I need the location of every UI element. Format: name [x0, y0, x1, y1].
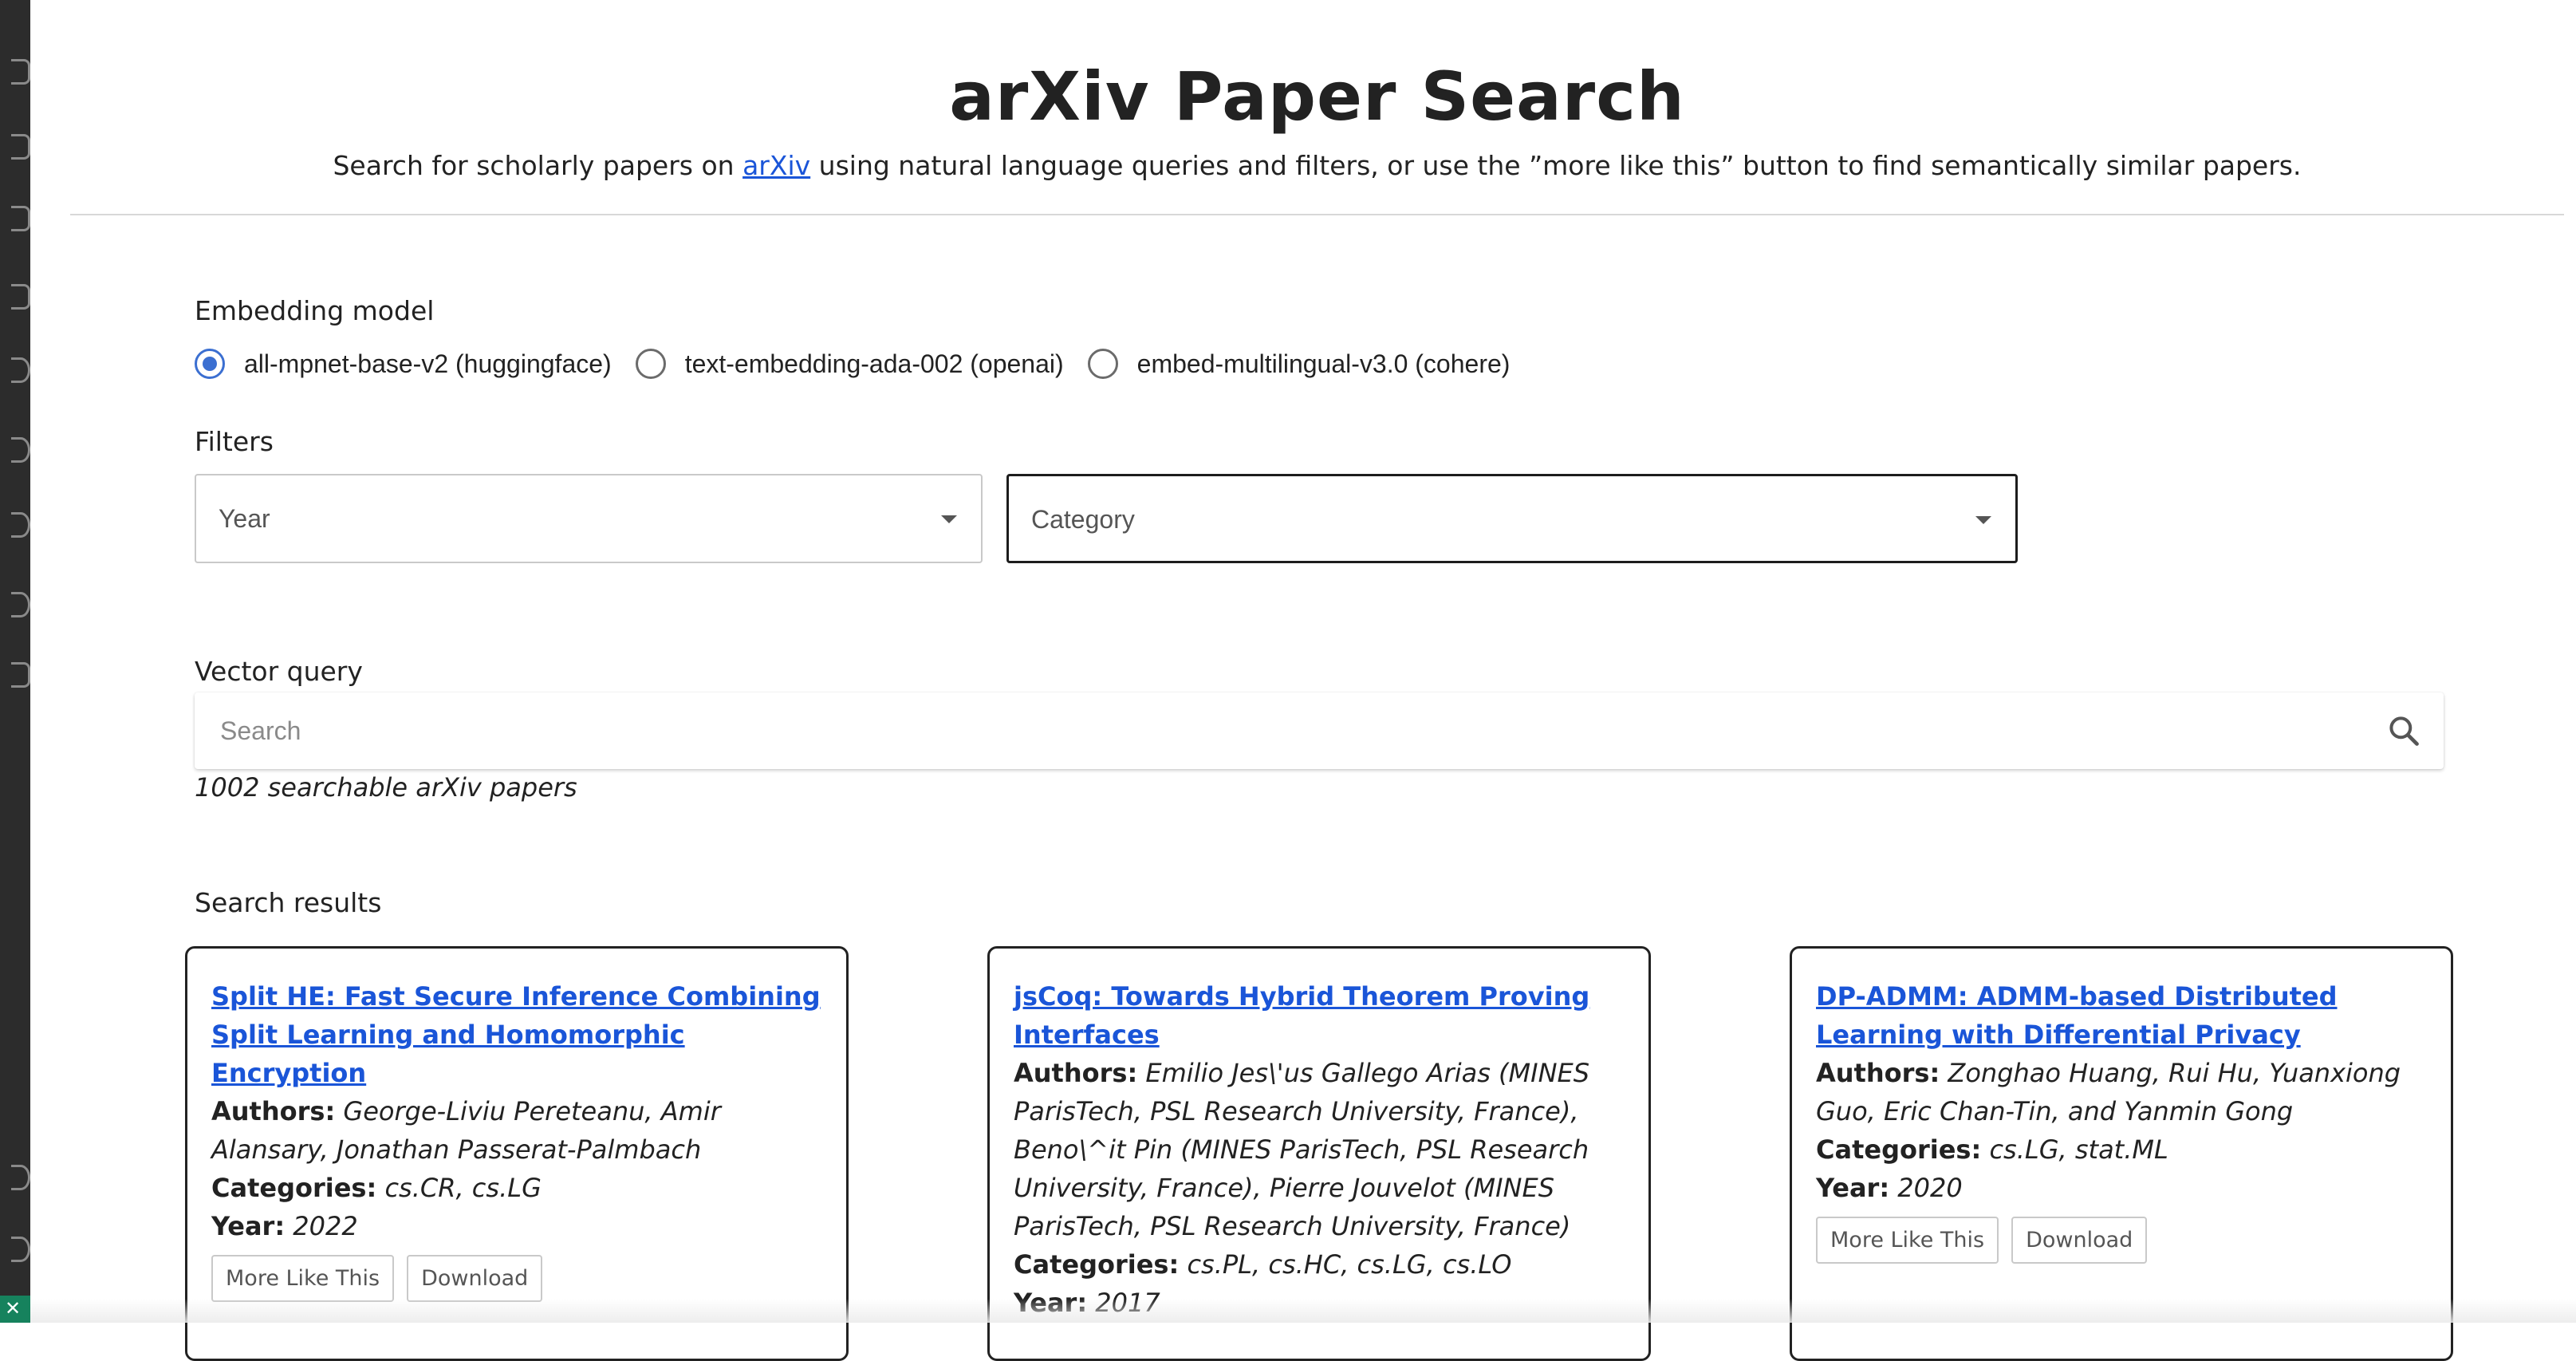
debug-icon[interactable] — [11, 59, 30, 85]
chat-icon[interactable] — [11, 512, 30, 538]
categories-label: Categories: — [211, 1173, 376, 1203]
radio-label: embed-multilingual-v3.0 (cohere) — [1137, 349, 1511, 379]
categories-value: cs.LG, stat.ML — [1989, 1134, 2168, 1165]
categories-value: cs.CR, cs.LG — [384, 1173, 541, 1203]
search-results-label: Search results — [195, 887, 381, 918]
more-like-this-button[interactable]: More Like This — [1816, 1217, 1999, 1264]
paper-year: Year: 2022 — [211, 1207, 822, 1245]
authors-label: Authors: — [1014, 1058, 1137, 1088]
extensions-icon[interactable] — [11, 134, 30, 160]
notebook-icon[interactable] — [11, 662, 30, 688]
more-like-this-button[interactable]: More Like This — [211, 1255, 394, 1302]
download-button[interactable]: Download — [2011, 1217, 2147, 1264]
activity-bar: ✕ — [0, 0, 30, 1323]
embedding-model-radio-group: all-mpnet-base-v2 (huggingface) text-emb… — [195, 341, 1534, 386]
download-button[interactable]: Download — [407, 1255, 542, 1302]
paper-title-link[interactable]: Split HE: Fast Secure Inference Combinin… — [211, 977, 822, 1092]
year-value: 2020 — [1897, 1173, 1962, 1203]
scroll-fade — [30, 1299, 2576, 1323]
paper-title-link[interactable]: DP-ADMM: ADMM-based Distributed Learning… — [1816, 977, 2427, 1054]
year-select-placeholder: Year — [219, 504, 270, 534]
card-actions: More Like This Download — [1816, 1217, 2427, 1264]
radio-openai[interactable]: text-embedding-ada-002 (openai) — [636, 349, 1064, 379]
paper-year: Year: 2020 — [1816, 1169, 2427, 1207]
page-title: arXiv Paper Search — [70, 57, 2564, 136]
remote-explorer-icon[interactable] — [11, 206, 30, 231]
page-subtitle: Search for scholarly papers on arXiv usi… — [70, 150, 2564, 181]
subtitle-text-before: Search for scholarly papers on — [333, 150, 742, 181]
account-icon[interactable] — [11, 1165, 30, 1190]
github-icon[interactable] — [11, 357, 30, 383]
search-input[interactable] — [220, 712, 2294, 750]
category-select[interactable]: Category — [1006, 474, 2018, 563]
categories-label: Categories: — [1816, 1134, 1981, 1165]
paper-authors: Authors: Zonghao Huang, Rui Hu, Yuanxion… — [1816, 1054, 2427, 1130]
paper-authors: Authors: George-Liviu Pereteanu, Amir Al… — [211, 1092, 822, 1169]
paper-categories: Categories: cs.PL, cs.HC, cs.LG, cs.LO — [1014, 1245, 1625, 1284]
paper-authors: Authors: Emilio Jes\'us Gallego Arias (M… — [1014, 1054, 1625, 1245]
chevron-down-icon — [1975, 516, 1991, 524]
embedding-model-label: Embedding model — [195, 295, 434, 326]
remote-icon: ✕ — [5, 1297, 21, 1320]
year-label: Year: — [1816, 1173, 1889, 1203]
remote-status-indicator[interactable]: ✕ — [0, 1296, 30, 1323]
card-actions: More Like This Download — [211, 1255, 822, 1302]
year-select[interactable]: Year — [195, 474, 983, 563]
paper-categories: Categories: cs.CR, cs.LG — [211, 1169, 822, 1207]
chevron-down-icon — [941, 515, 957, 523]
testing-icon[interactable] — [11, 284, 30, 310]
vector-query-label: Vector query — [195, 656, 363, 687]
year-label: Year: — [211, 1211, 285, 1241]
authors-label: Authors: — [1816, 1058, 1940, 1088]
vector-query-search-box[interactable] — [195, 692, 2444, 769]
app-main: arXiv Paper Search Search for scholarly … — [30, 0, 2576, 1323]
timeline-icon[interactable] — [11, 437, 30, 463]
radio-label: text-embedding-ada-002 (openai) — [685, 349, 1064, 379]
radio-selected-icon[interactable] — [195, 349, 225, 379]
filters-label: Filters — [195, 426, 274, 457]
page-header: arXiv Paper Search Search for scholarly … — [70, 0, 2564, 215]
categories-value: cs.PL, cs.HC, cs.LG, cs.LO — [1187, 1249, 1511, 1280]
searchable-papers-count: 1002 searchable arXiv papers — [195, 772, 577, 803]
docker-icon[interactable] — [11, 592, 30, 617]
radio-cohere[interactable]: embed-multilingual-v3.0 (cohere) — [1088, 349, 1511, 379]
radio-unselected-icon[interactable] — [1088, 349, 1118, 379]
year-value: 2022 — [293, 1211, 357, 1241]
paper-title-link[interactable]: jsCoq: Towards Hybrid Theorem Proving In… — [1014, 977, 1625, 1054]
radio-huggingface[interactable]: all-mpnet-base-v2 (huggingface) — [195, 349, 612, 379]
arxiv-link[interactable]: arXiv — [742, 150, 810, 181]
subtitle-text-after: using natural language queries and filte… — [810, 150, 2301, 181]
categories-label: Categories: — [1014, 1249, 1179, 1280]
paper-categories: Categories: cs.LG, stat.ML — [1816, 1130, 2427, 1169]
radio-label: all-mpnet-base-v2 (huggingface) — [244, 349, 612, 379]
search-icon[interactable] — [2386, 713, 2421, 748]
radio-unselected-icon[interactable] — [636, 349, 666, 379]
settings-gear-icon[interactable] — [11, 1237, 30, 1262]
authors-label: Authors: — [211, 1096, 335, 1126]
category-select-placeholder: Category — [1031, 505, 1135, 535]
